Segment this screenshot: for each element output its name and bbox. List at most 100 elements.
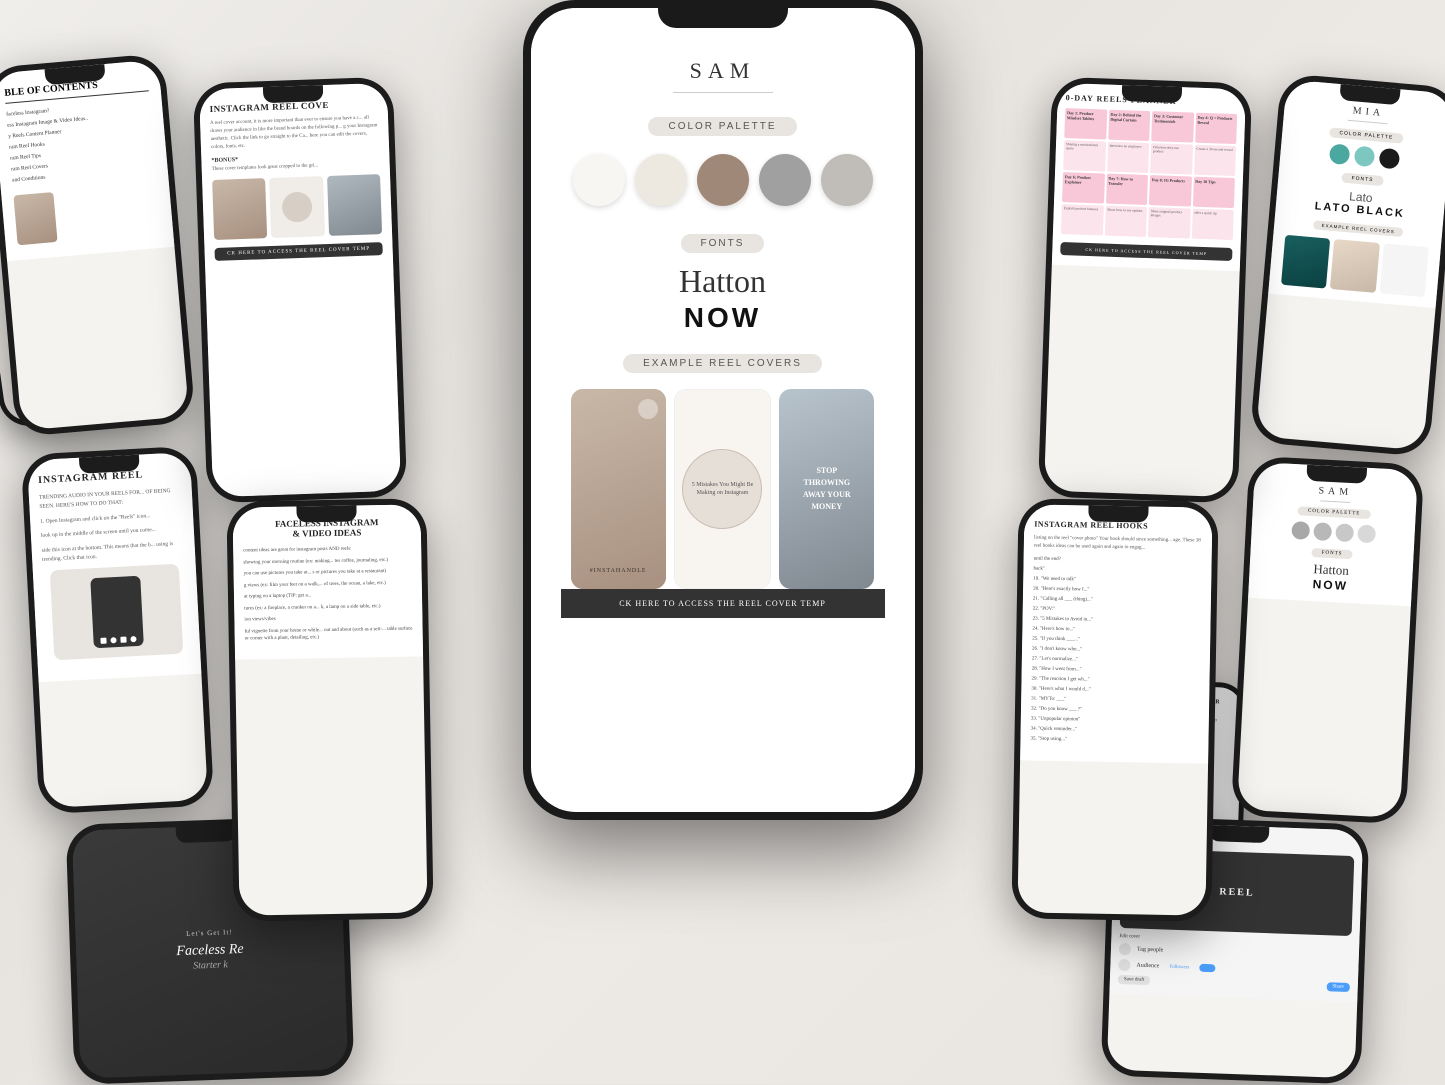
planner-content: 0-DAY REELS PLANNER Day 1: Produce Minds…: [1052, 83, 1246, 271]
reel-cover-2-content: 5 Mistakes You Might Be Making on Instag…: [675, 390, 770, 588]
notch: [263, 85, 324, 103]
hook-item: back": [1033, 566, 1201, 576]
mia-palette-label: COLOR PALETTE: [1329, 127, 1404, 143]
hook-item: until the end?: [1034, 556, 1202, 566]
main-name: SAM: [690, 58, 756, 84]
mia-divider: [1348, 120, 1388, 124]
screen: INSTAGRAM REEL HOOKS listing on the reel…: [1017, 504, 1212, 915]
phone-mia: MIA COLOR PALETTE FONTS Lato LATO BLACK …: [1249, 73, 1445, 457]
reel-step-1: 1. Open Instagram and click on the "Reel…: [40, 510, 183, 526]
cta-bar: CK HERE TO ACCESS THE REEL COVER TEMP: [214, 242, 382, 261]
hook-item: 31. "MYTo: ___": [1031, 696, 1199, 706]
planner-grid: Day 1: Produce Mindset Tablets Day 2: Be…: [1061, 108, 1237, 240]
planner-cell: Day 4: Q + Products Reveal: [1195, 113, 1238, 144]
content-ideas-content: FACELESS INSTAGRAM& VIDEO IDEAS content …: [232, 504, 423, 659]
color-5: [821, 154, 873, 206]
content-idea-6: ion views/vibes: [244, 614, 412, 624]
sam-palette-label: COLOR PALETTE: [1298, 506, 1371, 519]
mia-example-label: EXAMPLE REEL COVERS: [1313, 220, 1403, 237]
hook-item: 29. "The reaction I get wh...": [1031, 676, 1199, 686]
reel-cover-1-content: #INSTAHANDLE: [571, 389, 666, 589]
phone-content-ideas: FACELESS INSTAGRAM& VIDEO IDEAS content …: [226, 498, 433, 921]
toc-content: BLE OF CONTENTS faceless Instagram? ess …: [0, 59, 174, 261]
sam-font2: NOW: [1312, 577, 1348, 593]
font-now: NOW: [684, 302, 761, 334]
phone-30day-planner: 0-DAY REELS PLANNER Day 1: Produce Minds…: [1038, 77, 1253, 504]
planner-cell: Interview an employee: [1107, 142, 1150, 173]
planner-cell: Film how they use product: [1150, 143, 1193, 174]
planner-cell: Day 3: Customer Testimonials: [1151, 111, 1194, 142]
hook-item: 28. "How I went from...": [1032, 666, 1200, 676]
toc-item-label: faceless Instagram?: [6, 108, 50, 118]
reel-cover-1: #INSTAHANDLE: [571, 389, 666, 589]
share-button[interactable]: Share: [1326, 982, 1350, 992]
hook-item: 27. "Let's normalize...": [1032, 656, 1200, 666]
mia-content: MIA COLOR PALETTE FONTS Lato LATO BLACK …: [1268, 79, 1445, 308]
mia-color-1: [1329, 143, 1351, 165]
reel-cover-3-content: STOPTHROWINGAWAY YOURMONEY: [779, 389, 874, 589]
planner-cell: Day 6: Product Explainer: [1062, 172, 1105, 203]
circle-text: 5 Mistakes You Might Be Making on Instag…: [682, 449, 762, 529]
reel-step-2: look up in the middle of the screen unti…: [41, 525, 184, 541]
nav-icon: [110, 637, 116, 643]
color-3: [697, 154, 749, 206]
content-idea-4: at typing on a laptop (TIP: get a...: [244, 591, 412, 601]
sam-circles: [1291, 521, 1376, 543]
color-1: [573, 154, 625, 206]
save-draft-button[interactable]: Save draft: [1118, 975, 1151, 985]
phone-reel-cover: INSTAGRAM REEL COVE A reel cover account…: [193, 77, 408, 504]
fonts-label: FONTS: [681, 234, 765, 253]
planner-cell: Day 7: How to Transfer: [1105, 174, 1148, 205]
audience-label: Audience: [1136, 963, 1159, 970]
planner-cell: Create a 30-second reveal: [1194, 145, 1237, 176]
mia-color-2: [1354, 146, 1376, 168]
sam-color-3: [1335, 523, 1354, 542]
hook-item: 23. "5 Mistakes to Avoid in...": [1033, 616, 1201, 626]
reel-instructions-content: INSTAGRAM REEL TRENDING AUDIO IN YOUR RE…: [27, 452, 201, 682]
reel-step-3: side this icon at the bottom. This means…: [42, 540, 186, 565]
hook-item: 22. "POV:": [1033, 606, 1201, 616]
screen: MIA COLOR PALETTE FONTS Lato LATO BLACK …: [1256, 79, 1445, 450]
hook-item: 35. "Stop using...": [1030, 736, 1198, 746]
nav-icon: [120, 636, 126, 642]
color-2: [635, 154, 687, 206]
sam-color-1: [1291, 521, 1310, 540]
main-content: SAM COLOR PALETTE FONTS Hatton NOW EXAMP…: [531, 8, 915, 638]
screen: SAM COLOR PALETTE FONTS Hatton NOW: [1237, 462, 1418, 818]
toc-item-label: ram Reel Hooks: [9, 142, 45, 151]
toggle-on[interactable]: [1199, 964, 1215, 973]
hook-item: 25. "If you think ___...": [1032, 636, 1200, 646]
phone-toc: BLE OF CONTENTS faceless Instagram? ess …: [0, 53, 196, 437]
notch: [78, 455, 139, 474]
faceless-text: Faceless Re: [176, 942, 244, 961]
hook-item: 32. "Do you know ___ ?": [1031, 706, 1199, 716]
color-4: [759, 154, 811, 206]
phone-sam-mini: SAM COLOR PALETTE FONTS Hatton NOW: [1231, 456, 1425, 825]
hook-item: 30. "Here's what I would d...": [1031, 686, 1199, 696]
notch: [296, 506, 356, 523]
screen: INSTAGRAM REEL TRENDING AUDIO IN YOUR RE…: [27, 452, 208, 808]
mini-phone: [90, 576, 144, 649]
reel-covers-row: #INSTAHANDLE 5 Mistakes You Might Be Mak…: [561, 389, 885, 589]
reel-preview-label: REEL: [1219, 886, 1255, 898]
content-idea-7: ful vignette from your home or while... …: [245, 625, 413, 643]
phone-main: SAM COLOR PALETTE FONTS Hatton NOW EXAMP…: [523, 0, 923, 820]
reel-cover-body: A reel cover account, it is more importa…: [210, 114, 379, 152]
content-idea-2: you can use pictures you take at... s or…: [244, 568, 412, 578]
tag-people-label: Tag people: [1137, 947, 1164, 954]
toc-thumbnails: [13, 183, 161, 245]
color-palette: [573, 154, 873, 206]
mia-fonts-label: FONTS: [1341, 173, 1384, 187]
sam-mini-content: SAM COLOR PALETTE FONTS Hatton NOW: [1248, 462, 1418, 606]
notch: [1306, 465, 1367, 484]
sam-fonts-label: FONTS: [1311, 548, 1352, 559]
hook-item: 34. "Quick reminder...": [1031, 726, 1199, 736]
hook-item: 24. "Here's how to...": [1032, 626, 1200, 636]
instahandle: #INSTAHANDLE: [590, 568, 647, 574]
sam-divider: [1320, 500, 1350, 503]
palette-label: COLOR PALETTE: [648, 117, 796, 136]
planner-cell: Explain product features: [1061, 204, 1104, 235]
planner-cta: CK HERE TO ACCESS THE REEL COVER TEMP: [1060, 242, 1232, 261]
reel-instruction-subtitle: TRENDING AUDIO IN YOUR REELS FOR... OF B…: [39, 486, 183, 511]
reel-cover-3: STOPTHROWINGAWAY YOURMONEY: [779, 389, 874, 589]
